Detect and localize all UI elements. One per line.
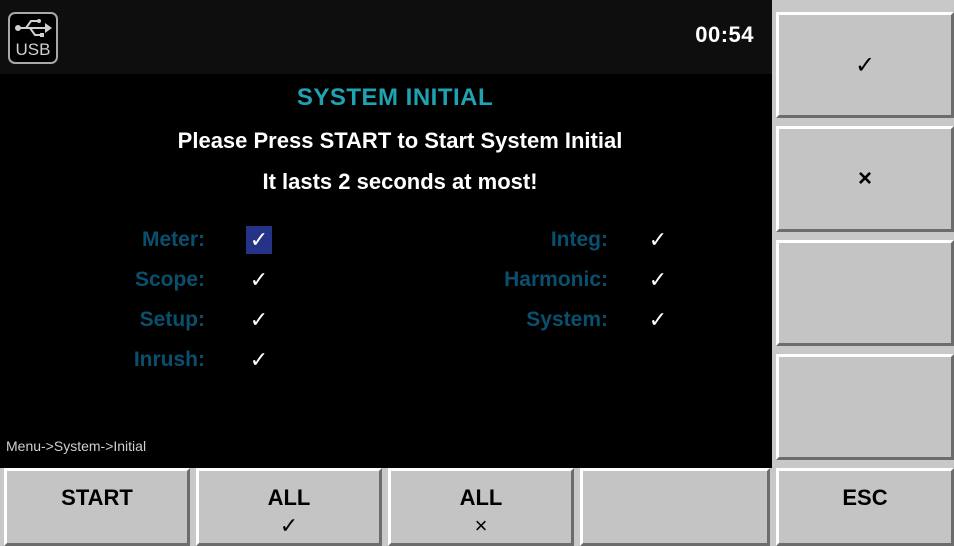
instruction-text: Please Press START to Start System Initi… [177, 128, 623, 153]
softkey-blank-1[interactable] [776, 240, 954, 346]
inrush-check[interactable]: ✓ [246, 346, 272, 374]
system-check[interactable]: ✓ [645, 306, 671, 334]
harmonic-label: Harmonic: [504, 268, 608, 291]
inrush-label: Inrush: [133, 348, 205, 371]
softkey-check[interactable]: ✓ [776, 12, 954, 118]
clock: 00:54 [695, 22, 754, 47]
status-bar: USB 00:54 [0, 0, 772, 74]
all-check-button[interactable]: ALL ✓ [196, 468, 382, 546]
softkey-cross[interactable]: × [776, 126, 954, 232]
esc-label: ESC [842, 485, 888, 510]
check-icon: ✓ [279, 513, 299, 538]
all-check-label: ALL [267, 485, 311, 510]
integ-check[interactable]: ✓ [645, 226, 671, 254]
meter-label: Meter: [141, 228, 205, 251]
meter-check[interactable]: ✓ [246, 226, 272, 254]
softkey-blank-2[interactable] [776, 354, 954, 460]
check-icon: ✓ [854, 52, 876, 79]
start-label: START [61, 485, 133, 510]
setup-label: Setup: [139, 308, 205, 331]
softkey-blank-bottom[interactable] [580, 468, 770, 546]
harmonic-check[interactable]: ✓ [645, 266, 671, 294]
dialog-title: SYSTEM INITIAL [296, 84, 494, 111]
cross-icon: × [857, 165, 872, 192]
main-screen: USB 00:54 SYSTEM INITIAL Please Press ST… [0, 0, 772, 468]
setup-check[interactable]: ✓ [246, 306, 272, 334]
all-cross-label: ALL [459, 485, 503, 510]
scope-label: Scope: [134, 268, 205, 291]
all-cross-button[interactable]: ALL × [388, 468, 574, 546]
usb-indicator: USB [8, 12, 58, 64]
usb-icon [15, 19, 52, 37]
breadcrumb: Menu->System->Initial [6, 438, 147, 454]
usb-label: USB [15, 40, 51, 59]
scope-check[interactable]: ✓ [246, 266, 272, 294]
start-button[interactable]: START [4, 468, 190, 546]
duration-note: It lasts 2 seconds at most! [262, 169, 538, 194]
system-label: System: [526, 308, 608, 331]
cross-icon: × [474, 513, 488, 538]
integ-label: Integ: [550, 228, 608, 251]
esc-button[interactable]: ESC [776, 468, 954, 546]
